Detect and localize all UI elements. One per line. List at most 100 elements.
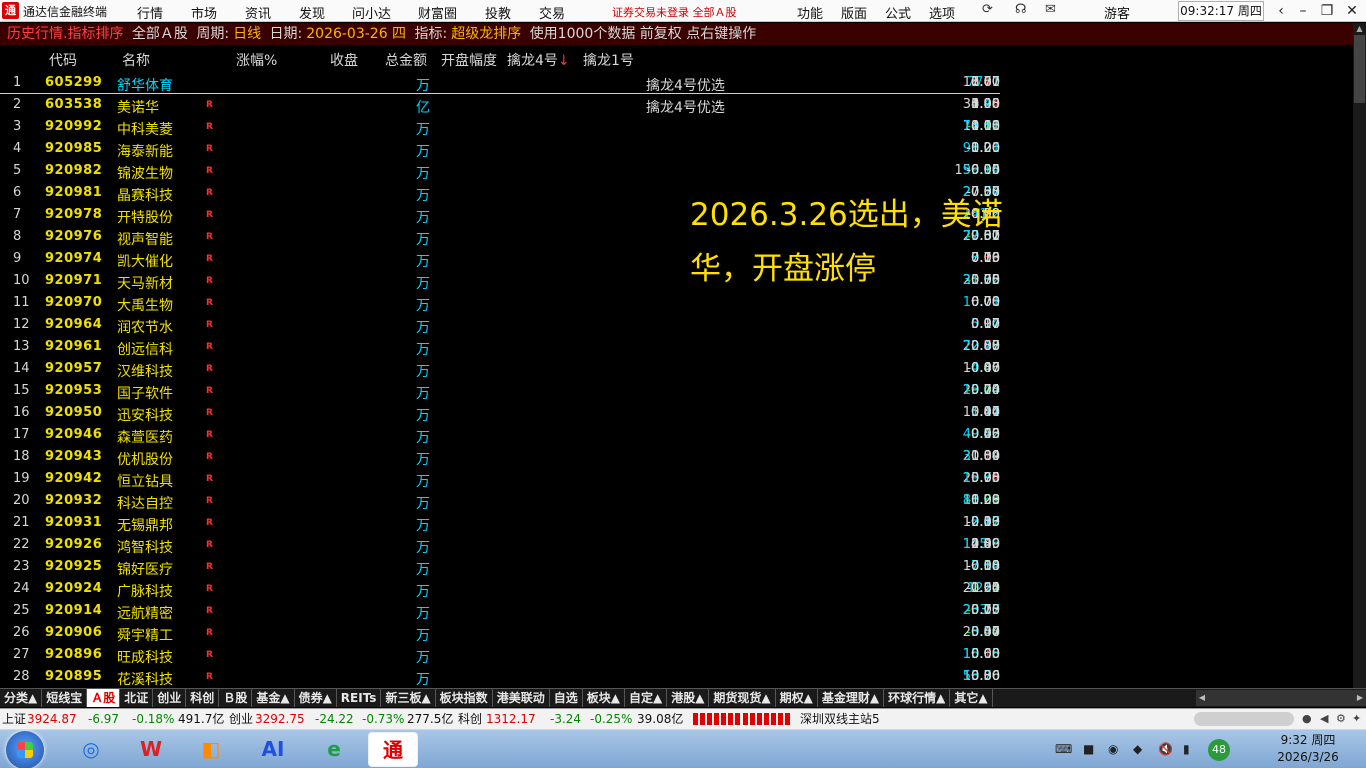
table-row[interactable]: 19 920942 恒立钻具 R 0.94 25.75 19.60 万 0.98 0.00 0.00 <box>0 468 1000 490</box>
table-row[interactable]: 28 920895 花溪科技 R 0.36 16.80 53.76 万 0.36 0.00 0.00 <box>0 666 1000 688</box>
app-store-taskbar-icon[interactable]: ◧ <box>186 732 236 767</box>
menu-education[interactable]: 投教 <box>485 3 511 22</box>
table-row[interactable]: 2 603538 美诺华 R 6.24 34.40 1.45 亿 3.98 1.00 0.00 擒龙4… <box>0 94 1000 116</box>
user-label[interactable]: 游客 <box>1104 3 1130 22</box>
table-row[interactable]: 23 920925 锦好医疗 R -0.53 16.84 7.64 万 -0.18 0.00 0.0… <box>0 556 1000 578</box>
refresh-icon[interactable]: ⟳ <box>982 2 993 17</box>
kc-index-label[interactable]: 科创 <box>458 709 482 729</box>
scroll-thumb[interactable] <box>1354 35 1365 103</box>
tray-icon-4[interactable]: ◆ <box>1133 742 1142 756</box>
table-row[interactable]: 20 920932 科达自控 R -0.61 16.29 88.98 万 1.28 0.00 0.0… <box>0 490 1000 512</box>
ai-taskbar-icon[interactable]: AI <box>248 732 298 767</box>
table-row[interactable]: 5 920982 锦波生物 R -0.16 156.95 99.54 万 -0.06 0.00 0.… <box>0 160 1000 182</box>
table-row[interactable]: 22 920926 鸿智科技 R 2.26 14.49 115.6 万 2.89 0.00 0.00 <box>0 534 1000 556</box>
mode-label[interactable]: 历史行情.指标排序 <box>7 26 123 42</box>
market-tab[interactable]: 债券▲ <box>295 689 337 707</box>
market-breadth-bar[interactable] <box>693 713 741 725</box>
table-row[interactable]: 12 920964 润农节水 R 0.00 5.97 5.14 万 0.17 0.00 0.00 <box>0 314 1000 336</box>
table-row[interactable]: 4 920985 海泰新能 R -1.20 8.26 93.01 万 -1.20 0.00 0.00 <box>0 138 1000 160</box>
market-tab[interactable]: REITs <box>337 689 382 707</box>
market-tab[interactable]: 板块指数 <box>436 689 493 707</box>
market-tab[interactable]: 分类▲ <box>0 689 43 707</box>
app-logo-icon[interactable]: 通 <box>2 2 19 19</box>
market-tab[interactable]: 其它▲ <box>950 689 993 707</box>
market-tab[interactable]: 创业 <box>153 689 187 707</box>
table-row[interactable]: 1 605299 舒华体育 5.47 18.71 7761 万 7.67 1.00 0.00 擒龙4… <box>0 72 1000 94</box>
col-qinlong1[interactable]: 擒龙1号 <box>583 50 634 70</box>
market-tab[interactable]: 科创 <box>186 689 220 707</box>
tdx-taskbar-icon[interactable]: 通 <box>368 732 418 767</box>
scroll-up-icon[interactable]: ▲ <box>1353 23 1366 35</box>
table-row[interactable]: 21 920931 无锡鼎邦 R -0.49 12.13 5.47 万 -0.33 0.00 0.0… <box>0 512 1000 534</box>
table-row[interactable]: 26 920906 舜宇精工 R -0.38 23.34 5.50 万 0.47 0.00 0.00 <box>0 622 1000 644</box>
menu-quotes[interactable]: 行情 <box>137 3 163 22</box>
menu-wealth[interactable]: 财富圈 <box>418 3 457 22</box>
col-open-pct[interactable]: 开盘幅度 <box>441 50 497 70</box>
mail-icon[interactable]: ✉ <box>1045 2 1056 17</box>
col-qinlong4[interactable]: 擒龙4号↓ <box>507 50 570 70</box>
table-row[interactable]: 3 920992 中科美菱 R -0.48 14.61 78.62 万 1.16 0.00 0.00 <box>0 116 1000 138</box>
menu-market[interactable]: 市场 <box>191 3 217 22</box>
col-name[interactable]: 名称 <box>122 50 150 70</box>
wps-taskbar-icon[interactable]: W <box>126 732 176 767</box>
indicator-value[interactable]: 超级龙排序 <box>451 26 521 42</box>
ie-taskbar-icon[interactable]: e <box>309 732 359 767</box>
period-value[interactable]: 日线 <box>233 26 261 42</box>
market-tab[interactable]: 板块▲ <box>583 689 625 707</box>
market-tab[interactable]: 环球行情▲ <box>884 689 951 707</box>
table-row[interactable]: 24 920924 广脉科技 R -2.61 21.24 1210 万 -1.65 0.00 0.0… <box>0 578 1000 600</box>
market-tab[interactable]: Ｂ股 <box>219 689 253 707</box>
tray-icon-2[interactable]: ■ <box>1083 742 1094 756</box>
col-code[interactable]: 代码 <box>49 50 77 70</box>
market-tab[interactable]: Ａ股 <box>87 689 121 707</box>
menu-function[interactable]: 功能 <box>797 3 823 22</box>
market-tab[interactable]: 期权▲ <box>776 689 818 707</box>
keyboard-tray-icon[interactable]: ⌨ <box>1055 742 1072 756</box>
table-row[interactable]: 16 920950 迅安科技 R 0.44 15.87 1.11 万 0.44 0.00 0.00 <box>0 402 1000 424</box>
wechat-tray-icon[interactable]: ◉ <box>1108 742 1118 756</box>
menu-formula[interactable]: 公式 <box>885 3 911 22</box>
login-status[interactable]: 证券交易未登录 全部Ａ股 <box>612 4 737 20</box>
market-tab[interactable]: 短线宝 <box>42 689 88 707</box>
market-tab[interactable]: 新三板▲ <box>381 689 436 707</box>
headset-icon[interactable]: ☊ <box>1015 2 1027 17</box>
status-icon-1[interactable]: ● <box>1302 709 1312 729</box>
market-tab[interactable]: 自选 <box>550 689 583 707</box>
table-row[interactable]: 14 920957 汉维科技 R -0.46 10.87 4.06 万 -0.46 0.00 0.0… <box>0 358 1000 380</box>
scroll-right-icon[interactable]: ▶ <box>1354 690 1366 706</box>
market-tab[interactable]: 基金理财▲ <box>818 689 885 707</box>
network-tray-icon[interactable]: ▮ <box>1183 742 1190 756</box>
menu-discover[interactable]: 发现 <box>299 3 325 22</box>
windows-start-button[interactable] <box>6 731 44 768</box>
table-row[interactable]: 27 920896 旺成科技 R 0.18 16.68 15.05 万 0.00 0.00 0.00 <box>0 644 1000 666</box>
table-row[interactable]: 13 920961 创远信科 R 0.79 22.87 72.49 万 0.88 0.00 0.00 <box>0 336 1000 358</box>
table-row[interactable]: 18 920943 优机股份 R 0.10 20.09 31.84 万 1.84 0.00 0.00 <box>0 446 1000 468</box>
restore-icon[interactable]: ❐ <box>1314 0 1340 22</box>
menu-ask[interactable]: 问小达 <box>352 3 391 22</box>
cy-index-label[interactable]: 创业 <box>229 709 253 729</box>
mute-tray-icon[interactable]: 🔇 <box>1158 742 1173 756</box>
status-icon-2[interactable]: ◀ <box>1320 709 1328 729</box>
col-pct[interactable]: 涨幅% <box>236 50 277 70</box>
horizontal-scrollbar[interactable]: ◀ ▶ <box>1196 690 1366 706</box>
market-label[interactable]: 全部Ａ股 <box>132 26 188 42</box>
close-icon[interactable]: ✕ <box>1339 0 1365 22</box>
scroll-left-icon[interactable]: ◀ <box>1196 690 1208 706</box>
menu-news[interactable]: 资讯 <box>245 3 271 22</box>
market-tab[interactable]: 港股▲ <box>667 689 710 707</box>
market-tab[interactable]: 北证 <box>120 689 154 707</box>
menu-layout[interactable]: 版面 <box>841 3 867 22</box>
browser-taskbar-icon[interactable]: ◎ <box>66 732 116 767</box>
col-amount[interactable]: 总金额 <box>385 50 427 70</box>
menu-options[interactable]: 选项 <box>929 3 955 22</box>
market-breadth-bar-2[interactable] <box>743 713 791 725</box>
minimize-icon[interactable]: – <box>1290 0 1316 22</box>
date-value[interactable]: 2026-03-26 四 <box>306 26 406 42</box>
status-search-box[interactable] <box>1194 712 1294 726</box>
table-row[interactable]: 25 920914 远航精密 R -0.77 23.15 263.7 万 0.73 0.00 0.0… <box>0 600 1000 622</box>
table-row[interactable]: 17 920946 森萱医药 R -0.73 9.46 49.22 万 0.63 0.00 0.00 <box>0 424 1000 446</box>
vertical-scrollbar[interactable]: ▲ <box>1353 23 1366 688</box>
market-tab[interactable]: 港美联动 <box>493 689 550 707</box>
menu-trade[interactable]: 交易 <box>539 3 565 22</box>
sh-index-label[interactable]: 上证 <box>2 709 26 729</box>
